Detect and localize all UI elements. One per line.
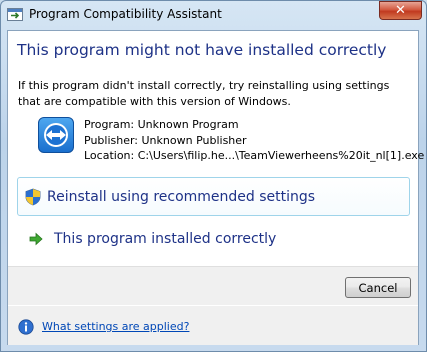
dialog-client-area: This program might not have installed co… xyxy=(7,30,424,345)
reinstall-recommended-option[interactable]: Reinstall using recommended settings xyxy=(17,177,410,216)
close-icon: ✕ xyxy=(395,3,406,18)
close-button[interactable]: ✕ xyxy=(379,1,422,20)
main-instruction: This program might not have installed co… xyxy=(17,41,387,59)
window-title: Program Compatibility Assistant xyxy=(29,7,222,21)
installed-correctly-option[interactable]: This program installed correctly xyxy=(17,219,410,258)
reinstall-option-label: Reinstall using recommended settings xyxy=(47,188,316,205)
window-app-icon xyxy=(7,8,23,21)
uac-shield-icon xyxy=(25,188,41,205)
title-bar[interactable]: Program Compatibility Assistant ✕ xyxy=(0,0,427,30)
green-arrow-icon xyxy=(29,232,43,245)
cancel-button[interactable]: Cancel xyxy=(345,277,411,298)
publisher-name: Publisher: Unknown Publisher xyxy=(84,133,247,147)
program-details: Program: Unknown Program Publisher: Unkn… xyxy=(84,117,424,164)
description-text: If this program didn't install correctly… xyxy=(18,79,390,108)
program-location: Location: C:\Users\filip.he...\TeamViewe… xyxy=(84,149,425,162)
what-settings-link[interactable]: What settings are applied? xyxy=(42,320,189,333)
program-name: Program: Unknown Program xyxy=(84,118,239,131)
info-icon xyxy=(18,319,34,335)
installed-correctly-label: This program installed correctly xyxy=(54,230,277,247)
teamviewer-program-icon xyxy=(38,117,74,153)
